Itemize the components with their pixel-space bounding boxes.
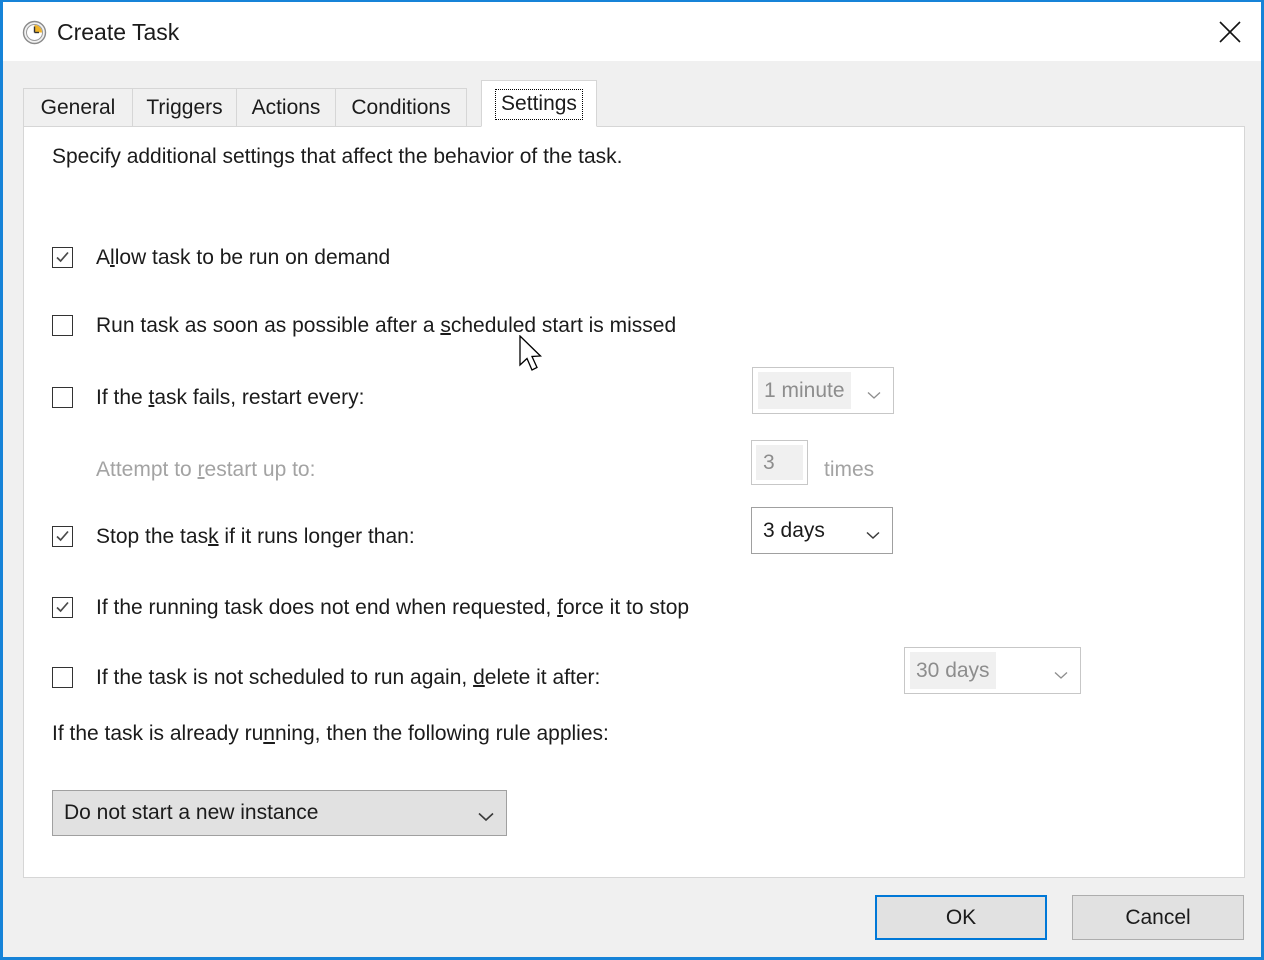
label-attempt-restart-up-to: Attempt to restart up to: — [96, 458, 316, 481]
label-stop-if-runs-longer[interactable]: Stop the task if it runs longer than: — [96, 523, 415, 551]
checkbox-restart-on-failure[interactable] — [52, 387, 73, 408]
tab-actions-label: Actions — [251, 96, 321, 119]
spinner-restart-attempts[interactable]: 3 — [751, 440, 808, 485]
cancel-button[interactable]: Cancel — [1072, 895, 1244, 940]
ok-button-label: OK — [945, 905, 977, 929]
tab-conditions[interactable]: Conditions — [335, 88, 467, 127]
combo-already-running-rule-value: Do not start a new instance — [64, 801, 319, 824]
window-title: Create Task — [57, 19, 180, 45]
label-allow-on-demand[interactable]: Allow task to be run on demand — [96, 244, 390, 272]
tab-triggers-label: Triggers — [146, 96, 223, 119]
combo-restart-interval-value: 1 minute — [758, 372, 851, 409]
cancel-button-label: Cancel — [1125, 905, 1191, 929]
combo-delete-after-value: 30 days — [910, 652, 996, 689]
chevron-down-icon — [1054, 667, 1068, 685]
label-restart-on-failure[interactable]: If the task fails, restart every: — [96, 384, 364, 412]
ok-button[interactable]: OK — [875, 895, 1047, 940]
tab-actions[interactable]: Actions — [236, 88, 336, 127]
label-delete-if-not-rescheduled[interactable]: If the task is not scheduled to run agai… — [96, 664, 600, 692]
combo-restart-interval[interactable]: 1 minute — [752, 367, 894, 414]
checkbox-run-asap-after-missed[interactable] — [52, 315, 73, 336]
label-force-stop-if-not-ending[interactable]: If the running task does not end when re… — [96, 594, 689, 622]
chevron-down-icon — [478, 809, 494, 827]
tab-settings-label: Settings — [495, 88, 583, 120]
checkbox-stop-if-runs-longer[interactable] — [52, 526, 73, 547]
combo-delete-after[interactable]: 30 days — [904, 647, 1081, 694]
tab-general-label: General — [40, 96, 116, 119]
tab-settings[interactable]: Settings — [481, 80, 597, 127]
combo-stop-after-value: 3 days — [763, 518, 825, 542]
panel-description: Specify additional settings that affect … — [52, 145, 623, 168]
checkbox-delete-if-not-rescheduled[interactable] — [52, 667, 73, 688]
clock-icon — [22, 20, 47, 45]
close-button[interactable] — [1199, 2, 1261, 61]
label-already-running-rule: If the task is already running, then the… — [52, 722, 609, 745]
checkbox-force-stop-if-not-ending[interactable] — [52, 597, 73, 618]
create-task-dialog: Create Task General Triggers Actions Con… — [0, 0, 1264, 960]
combo-already-running-rule[interactable]: Do not start a new instance — [52, 790, 507, 836]
tab-triggers[interactable]: Triggers — [132, 88, 237, 127]
combo-stop-after[interactable]: 3 days — [751, 507, 893, 554]
checkbox-allow-on-demand[interactable] — [52, 247, 73, 268]
label-run-asap-after-missed[interactable]: Run task as soon as possible after a sch… — [96, 312, 676, 340]
chevron-down-icon — [866, 527, 880, 545]
settings-tab-panel: Specify additional settings that affect … — [23, 126, 1245, 878]
spinner-restart-attempts-value: 3 — [756, 445, 803, 480]
title-bar: Create Task — [3, 2, 1261, 61]
label-times: times — [824, 458, 875, 481]
tab-conditions-label: Conditions — [351, 96, 451, 119]
chevron-down-icon — [867, 387, 881, 405]
tab-general[interactable]: General — [23, 88, 133, 127]
